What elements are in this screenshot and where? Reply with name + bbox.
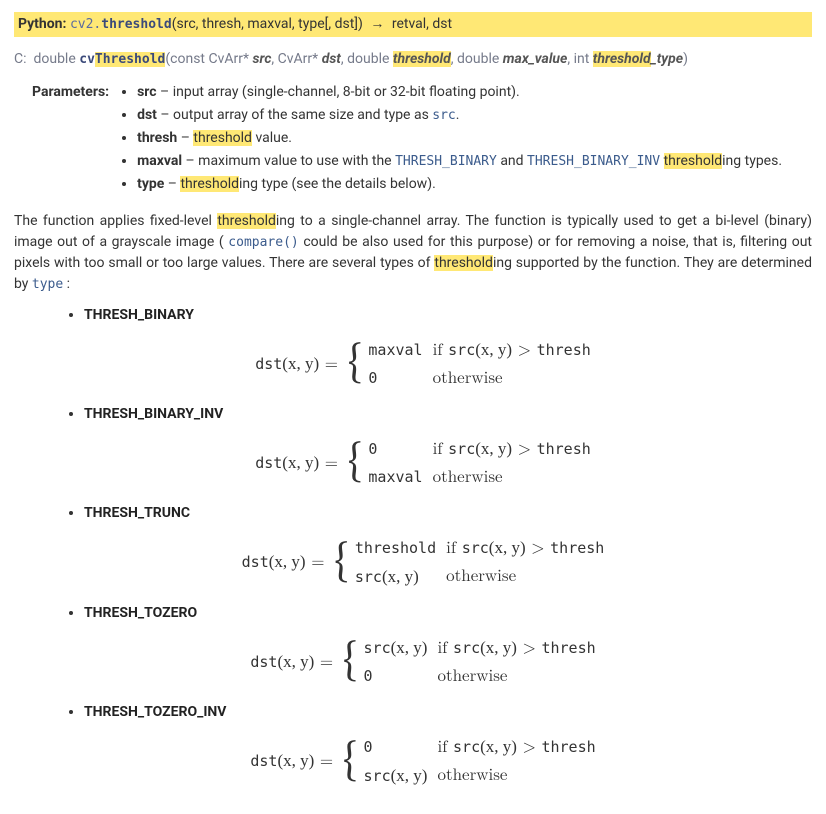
parameters-block: Parameters: src – input array (single-ch… bbox=[32, 82, 812, 197]
type-thresh-binary-inv: THRESH_BINARY_INV dst(x, y) = { 0if src(… bbox=[84, 404, 812, 491]
fn-qualified: cv2.threshold bbox=[70, 17, 172, 32]
fn-args: (src, thresh, maxval, type[, dst]) bbox=[172, 16, 363, 32]
type-thresh-binary: THRESH_BINARY dst(x, y) = { maxvalif src… bbox=[84, 305, 812, 392]
fn-return: retval, dst bbox=[392, 16, 452, 32]
c-signature: C: double cvThreshold(const CvArr* src, … bbox=[14, 49, 812, 70]
param-src: src – input array (single-channel, 8-bit… bbox=[137, 82, 782, 103]
python-signature: Python: cv2.threshold(src, thresh, maxva… bbox=[14, 12, 812, 37]
type-thresh-tozero-inv: THRESH_TOZERO_INV dst(x, y) = { 0if src(… bbox=[84, 702, 812, 790]
param-maxval: maxval – maximum value to use with the T… bbox=[137, 151, 782, 172]
threshold-types-list: THRESH_BINARY dst(x, y) = { maxvalif src… bbox=[14, 305, 812, 790]
param-type: type – thresholding type (see the detail… bbox=[137, 174, 782, 195]
description: The function applies fixed-level thresho… bbox=[14, 211, 812, 295]
type-thresh-tozero: THRESH_TOZERO dst(x, y) = { src(x, y)if … bbox=[84, 603, 812, 690]
equation-binary-inv: dst(x, y) = { 0if src(x, y) > thresh max… bbox=[84, 435, 812, 491]
param-dst: dst – output array of the same size and … bbox=[137, 105, 782, 126]
param-thresh: thresh – threshold value. bbox=[137, 128, 782, 149]
equation-trunc: dst(x, y) = { thresholdif src(x, y) > th… bbox=[84, 534, 812, 591]
equation-tozero-inv: dst(x, y) = { 0if src(x, y) > thresh src… bbox=[84, 733, 812, 790]
arrow: → bbox=[366, 16, 388, 32]
equation-tozero: dst(x, y) = { src(x, y)if src(x, y) > th… bbox=[84, 634, 812, 690]
lang-label: Python: bbox=[18, 16, 66, 32]
lang-label: C: bbox=[14, 51, 27, 67]
parameters-list: src – input array (single-channel, 8-bit… bbox=[117, 82, 782, 197]
fn-name: cvThreshold bbox=[79, 52, 165, 67]
type-thresh-trunc: THRESH_TRUNC dst(x, y) = { thresholdif s… bbox=[84, 503, 812, 591]
equation-binary: dst(x, y) = { maxvalif src(x, y) > thres… bbox=[84, 336, 812, 392]
parameters-label: Parameters: bbox=[32, 82, 109, 103]
